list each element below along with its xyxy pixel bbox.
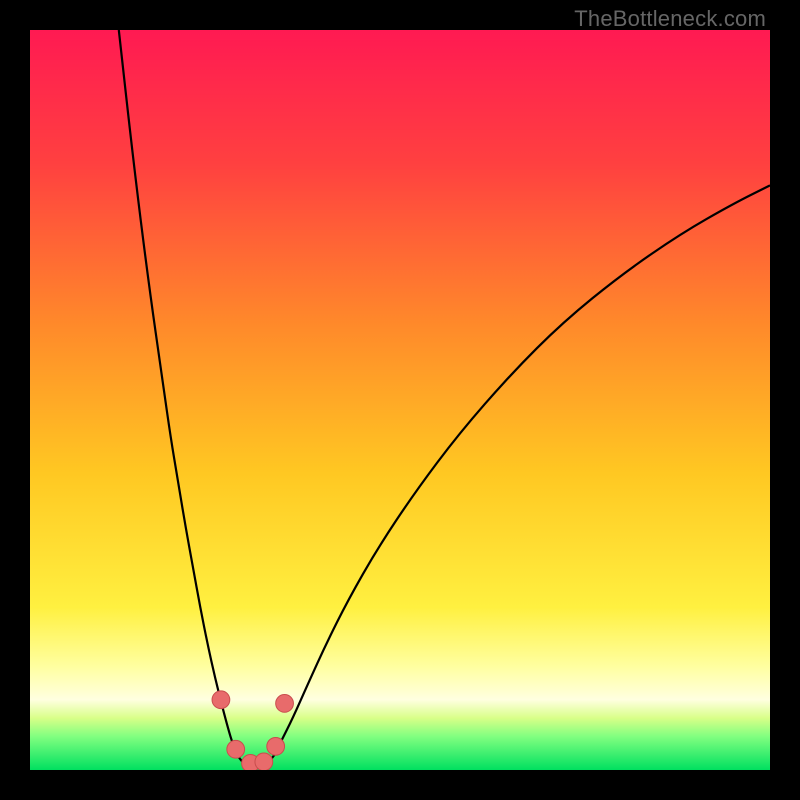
valley-dot — [276, 695, 294, 713]
valley-dot — [267, 737, 285, 755]
valley-dot — [212, 691, 230, 709]
valley-dot — [227, 740, 245, 758]
valley-dot — [255, 753, 273, 770]
watermark-text: TheBottleneck.com — [574, 6, 766, 32]
bottleneck-chart — [30, 30, 770, 770]
chart-frame — [30, 30, 770, 770]
gradient-background — [30, 30, 770, 770]
